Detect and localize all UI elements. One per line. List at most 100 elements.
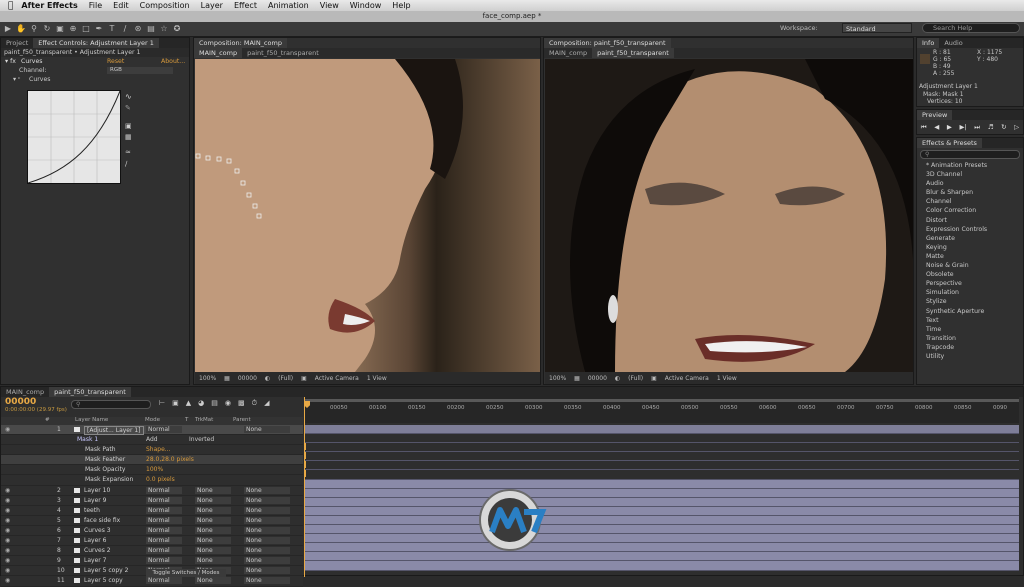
fx-category[interactable]: Blur & Sharpen: [917, 188, 1023, 197]
mode-select[interactable]: Normal: [146, 496, 182, 504]
pen-tool-icon[interactable]: ✒: [94, 24, 104, 34]
menu-composition[interactable]: Composition: [140, 1, 190, 10]
layer-name[interactable]: face side fix: [84, 516, 120, 525]
layer-name[interactable]: Layer 10: [84, 486, 110, 495]
visibility-eye-icon[interactable]: ◉: [5, 576, 10, 585]
layer-duration-bar[interactable]: [304, 434, 1019, 444]
visibility-eye-icon[interactable]: ◉: [5, 496, 10, 505]
tab-preview[interactable]: Preview: [917, 110, 953, 120]
app-menu[interactable]: After Effects: [21, 1, 77, 10]
tab-info[interactable]: Info: [917, 38, 940, 48]
mode-select[interactable]: Normal: [146, 486, 182, 494]
layer-duration-bar[interactable]: [304, 470, 1019, 480]
parent-select[interactable]: None: [244, 547, 290, 555]
tab-effects-presets[interactable]: Effects & Presets: [917, 138, 982, 148]
subtab-paint-right[interactable]: paint_f50_transparent: [592, 48, 674, 58]
layer-name[interactable]: Layer 9: [84, 496, 106, 505]
subtab-main-comp-right[interactable]: MAIN_comp: [544, 48, 592, 58]
reset-curve-icon[interactable]: ∕: [125, 160, 137, 170]
fx-category[interactable]: 3D Channel: [917, 170, 1023, 179]
live-update-icon[interactable]: ▣: [172, 399, 179, 408]
layer-label-color[interactable]: [74, 548, 80, 554]
smooth-icon[interactable]: ≈: [125, 148, 137, 158]
pan-behind-tool-icon[interactable]: ⊕: [68, 24, 78, 34]
trkmat-select[interactable]: None: [195, 486, 231, 494]
visibility-eye-icon[interactable]: ◉: [5, 556, 10, 565]
parent-select[interactable]: None: [244, 557, 290, 565]
safe-zones-icon-right[interactable]: ▦: [574, 375, 580, 382]
fx-category[interactable]: Obsolete: [917, 270, 1023, 279]
parent-select[interactable]: None: [244, 537, 290, 545]
brainstorm-icon[interactable]: ▩: [238, 399, 245, 408]
view-layout-select-right[interactable]: 1 View: [717, 375, 737, 382]
camera-select[interactable]: Active Camera: [315, 375, 359, 382]
layer-duration-bar[interactable]: [304, 452, 1019, 462]
prev-frame-icon[interactable]: ◀: [934, 123, 939, 132]
effects-search-input[interactable]: ⚲: [920, 150, 1020, 159]
mode-select[interactable]: Normal: [146, 537, 182, 545]
fx-category[interactable]: Stylize: [917, 297, 1023, 306]
safe-zones-icon[interactable]: ▦: [224, 375, 230, 382]
layer-duration-bar[interactable]: [304, 443, 1019, 453]
composition-canvas[interactable]: [195, 59, 540, 372]
menu-help[interactable]: Help: [392, 1, 410, 10]
region-icon-right[interactable]: ▣: [651, 375, 657, 382]
camera-select-right[interactable]: Active Camera: [665, 375, 709, 382]
zoom-tool-icon[interactable]: ⚲: [29, 24, 39, 34]
frame-blending-icon[interactable]: ▤: [211, 399, 218, 408]
time-ruler[interactable]: 00050 00100 00150 00200 00250 00300 00350 00400…: [304, 397, 1019, 423]
layer-row[interactable]: ◉ 11 Layer 5 copy Normal None None: [1, 576, 303, 587]
column-layer-name[interactable]: Layer Name: [75, 417, 108, 423]
property-name[interactable]: Mask Opacity: [85, 465, 125, 474]
layer-duration-bar[interactable]: [304, 506, 1019, 516]
fx-category[interactable]: Generate: [917, 234, 1023, 243]
auto-keyframe-icon[interactable]: ⏱: [252, 399, 257, 408]
menu-layer[interactable]: Layer: [201, 1, 223, 10]
subtab-main-comp[interactable]: MAIN_comp: [194, 48, 243, 58]
channel-select[interactable]: RGB: [107, 67, 173, 74]
draft-3d-icon[interactable]: ▲: [186, 399, 191, 408]
mode-select[interactable]: Normal: [146, 516, 182, 524]
mode-select[interactable]: Normal: [146, 426, 182, 433]
layer-row[interactable]: ◉ 7 Layer 6 Normal None None: [1, 536, 303, 547]
fx-category[interactable]: Simulation: [917, 288, 1023, 297]
property-row[interactable]: Mask Path Shape...: [1, 445, 303, 456]
trkmat-select[interactable]: None: [195, 506, 231, 514]
save-icon[interactable]: ▦: [125, 133, 137, 143]
layer-duration-bar[interactable]: [304, 479, 1019, 489]
curve-tool-icon[interactable]: ∿: [125, 92, 137, 102]
snapshot-icon[interactable]: ◐: [265, 375, 270, 382]
layer-duration-bar[interactable]: [304, 534, 1019, 544]
layer-duration-bar[interactable]: [304, 543, 1019, 553]
audio-icon[interactable]: ♬: [988, 123, 994, 132]
property-row[interactable]: Mask Opacity 100%: [1, 465, 303, 476]
property-value[interactable]: Shape...: [146, 445, 171, 454]
menu-effect[interactable]: Effect: [234, 1, 257, 10]
property-value[interactable]: 0.0 pixels: [146, 475, 175, 484]
layer-name[interactable]: Curves 2: [84, 546, 111, 555]
play-icon[interactable]: ▶: [947, 123, 952, 132]
visibility-eye-icon[interactable]: ◉: [5, 566, 10, 575]
camera-tool-icon[interactable]: ▣: [55, 24, 65, 34]
layer-row[interactable]: ◉ 5 face side fix Normal None None: [1, 515, 303, 526]
layer-row[interactable]: ◉ 3 Layer 9 Normal None None: [1, 495, 303, 506]
parent-select[interactable]: None: [244, 486, 290, 494]
open-icon[interactable]: ▣: [125, 122, 137, 132]
selection-tool-icon[interactable]: ▶: [3, 24, 13, 34]
layer-duration-bar[interactable]: [304, 488, 1019, 498]
layer-row[interactable]: ◉ 1 [Adjust... Layer 1] Normal None: [1, 425, 303, 436]
timeline-timecode[interactable]: 00000: [5, 397, 36, 407]
curves-graph[interactable]: [27, 90, 121, 184]
tab-project[interactable]: Project: [1, 38, 33, 48]
fx-category[interactable]: Perspective: [917, 279, 1023, 288]
fx-category[interactable]: Expression Controls: [917, 225, 1023, 234]
last-frame-icon[interactable]: ⏭: [974, 123, 980, 132]
layer-row[interactable]: ◉ 8 Curves 2 Normal None None: [1, 546, 303, 557]
timecode-display[interactable]: 00000: [238, 375, 257, 382]
property-value[interactable]: 28.0,28.0 pixels: [146, 455, 194, 464]
property-row[interactable]: Mask Expansion 0.0 pixels: [1, 475, 303, 486]
loop-icon[interactable]: ↻: [1001, 123, 1006, 132]
column-parent[interactable]: Parent: [233, 417, 251, 423]
work-area-bar[interactable]: [304, 399, 1019, 402]
parent-select[interactable]: None: [244, 516, 290, 524]
